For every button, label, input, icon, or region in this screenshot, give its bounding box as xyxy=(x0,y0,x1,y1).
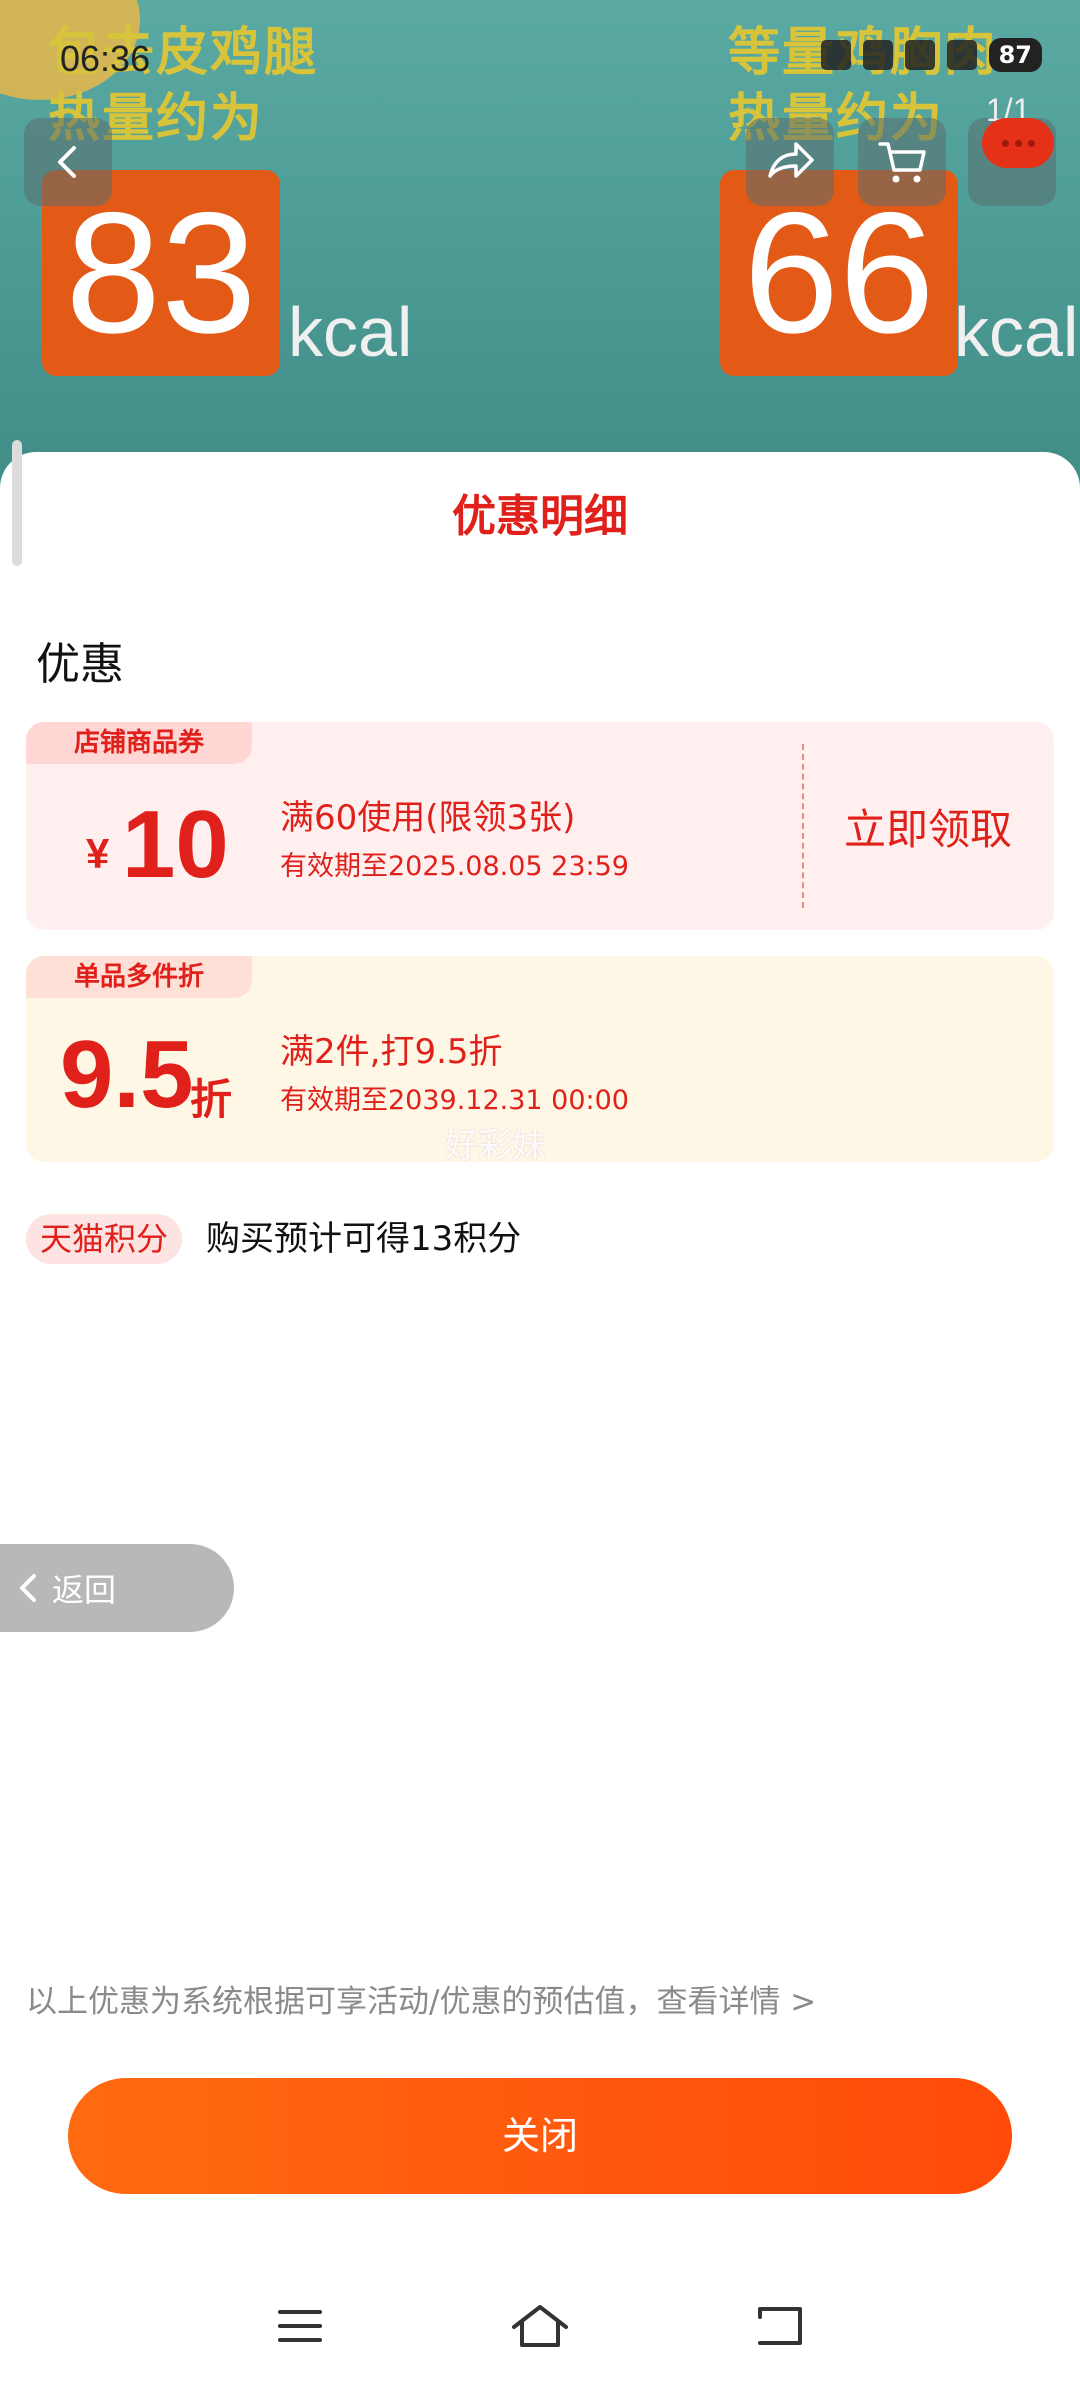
section-title: 优惠 xyxy=(36,639,124,690)
message-badge[interactable] xyxy=(982,118,1054,168)
close-button[interactable]: 关闭 xyxy=(68,2078,1012,2194)
share-icon xyxy=(768,142,814,178)
back-chevron-icon xyxy=(58,146,76,178)
share-button[interactable] xyxy=(746,118,834,206)
store-coupon-card: 店铺商品券 ¥ 10 满60使用(限领3张) 有效期至2025.08.05 23… xyxy=(26,722,1054,930)
floating-back-button[interactable]: 返回 xyxy=(0,1544,234,1632)
coupon-divider xyxy=(802,744,804,908)
coupon-tag: 单品多件折 xyxy=(26,956,253,998)
kcal-unit-left: kcal xyxy=(288,293,413,371)
disclaimer-link[interactable]: 以上优惠为系统根据可享活动/优惠的预估值，查看详情 > xyxy=(26,1976,816,2021)
coupon-validity: 有效期至2025.08.05 23:59 xyxy=(280,851,629,882)
discount-condition: 满2件,打9.5折 xyxy=(280,1032,503,1072)
discount-unit: 折 xyxy=(190,1076,233,1123)
points-estimate: 购买预计可得13积分 xyxy=(206,1219,522,1259)
coupon-amount: 10 xyxy=(122,791,229,898)
currency-symbol: ¥ xyxy=(86,830,110,877)
cart-button[interactable] xyxy=(858,118,946,206)
discount-validity: 有效期至2039.12.31 00:00 xyxy=(280,1085,629,1116)
tmall-points-badge: 天猫积分 xyxy=(26,1214,183,1264)
signal-icon xyxy=(904,40,935,70)
kcal-unit-right: kcal xyxy=(954,293,1079,371)
menu-icon[interactable] xyxy=(268,2296,332,2356)
return-icon[interactable] xyxy=(748,2296,812,2356)
status-time: 06:36 xyxy=(60,38,151,79)
claim-coupon-button[interactable]: 立即领取 xyxy=(844,796,1012,857)
coupon-condition: 满60使用(限领3张) xyxy=(280,798,576,838)
back-button[interactable] xyxy=(24,118,112,206)
product-image: 包去皮鸡腿 热量约为 等量鸡胸肉 热量约为 83 66 kcal kcal xyxy=(0,0,1080,520)
discount-amount: 9.5 xyxy=(60,1021,194,1128)
status-icons: 87 xyxy=(820,38,1042,72)
hd-icon xyxy=(862,40,893,70)
wifi-icon xyxy=(946,40,977,70)
home-icon[interactable] xyxy=(508,2296,572,2356)
coupon-tag: 店铺商品券 xyxy=(26,722,253,764)
floating-back-label: 返回 xyxy=(52,1571,117,1609)
cart-icon xyxy=(878,142,926,183)
battery-indicator: 87 xyxy=(988,38,1042,72)
watermark-text: 好彩妹 xyxy=(444,1126,546,1166)
back-chevron-icon xyxy=(20,1574,36,1602)
alarm-icon xyxy=(820,40,851,70)
sheet-title: 优惠明细 xyxy=(452,491,628,542)
